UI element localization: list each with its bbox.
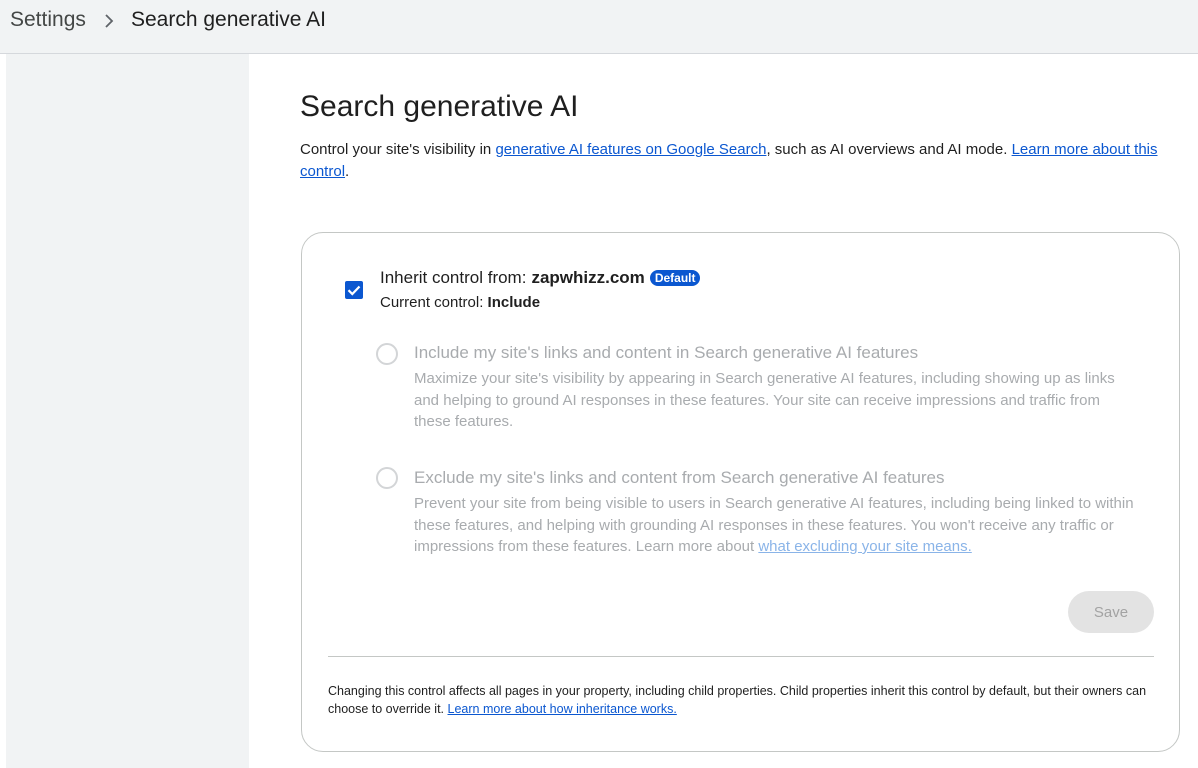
control-card: Inherit control from: zapwhizz.com Defau… [301,232,1180,752]
page-title: Search generative AI [300,90,579,123]
checkmark-icon [347,285,361,296]
save-button[interactable]: Save [1068,591,1154,633]
breadcrumb-current: Search generative AI [131,8,326,31]
inherit-label: Inherit control from: [380,268,527,287]
excluding-site-link[interactable]: what excluding your site means. [758,538,971,555]
main-content: Search generative AI Control your site's… [249,54,1198,768]
current-control-value: Include [487,294,541,311]
current-control: Current control: Include [380,294,540,311]
exclude-option-description: Prevent your site from being visible to … [414,493,1139,558]
inheritance-learn-more-link[interactable]: Learn more about how inheritance works. [448,702,677,716]
generative-ai-features-link[interactable]: generative AI features on Google Search [495,141,766,158]
exclude-option-title: Exclude my site's links and content from… [414,468,945,487]
intro-text: Control your site's visibility in genera… [300,139,1185,183]
breadcrumb-settings-link[interactable]: Settings [10,8,86,32]
include-option-description: Maximize your site's visibility by appea… [414,370,1115,430]
include-option-title: Include my site's links and content in S… [414,343,919,362]
intro-prefix: Control your site's visibility in [300,141,496,158]
default-badge: Default [649,270,701,286]
top-bar: Settings Search generative AI [0,0,1198,54]
divider [328,656,1154,657]
inherit-checkbox[interactable] [345,281,363,299]
chevron-right-icon [105,14,114,28]
include-radio[interactable] [376,343,398,365]
intro-middle: , such as AI overviews and AI mode. [766,141,1012,158]
inherit-label-row: Inherit control from: zapwhizz.com Defau… [380,268,701,288]
sidebar [6,54,249,768]
exclude-radio[interactable] [376,467,398,489]
inherit-domain: zapwhizz.com [531,268,645,287]
intro-suffix: . [345,163,350,180]
inheritance-note: Changing this control affects all pages … [328,682,1163,718]
current-control-label: Current control: [380,294,484,311]
